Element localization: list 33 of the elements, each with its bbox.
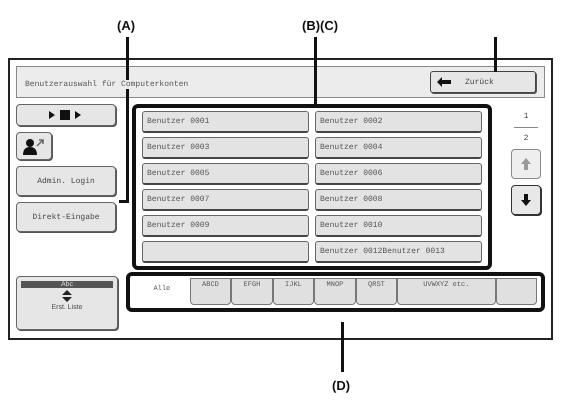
user-button[interactable]: Benutzer 0010	[315, 215, 482, 237]
user-button[interactable]: Benutzer 0007	[142, 189, 309, 211]
up-down-icon	[62, 290, 72, 302]
scroll-up-button[interactable]	[511, 149, 541, 179]
user-button[interactable]: Benutzer 0005	[142, 163, 309, 185]
page-number: 1	[524, 112, 528, 121]
scroll-down-button[interactable]	[511, 185, 541, 215]
user-button[interactable]: Benutzer 0002	[315, 111, 482, 133]
user-button[interactable]: Benutzer 0009	[142, 215, 309, 237]
back-button[interactable]: Zurück	[430, 71, 536, 93]
up-arrow-icon	[521, 158, 531, 170]
left-arrow-icon	[437, 77, 451, 87]
user-arrow-icon	[23, 137, 45, 155]
user-button[interactable]	[16, 132, 52, 160]
side-button[interactable]: Direkt-Eingabe	[16, 202, 116, 232]
user-button[interactable]: Benutzer 0004	[315, 137, 482, 159]
user-button[interactable]: Benutzer 0012Benutzer 0013	[315, 241, 482, 263]
page-button[interactable]	[16, 104, 116, 126]
empty-button[interactable]	[142, 241, 309, 263]
side-button[interactable]: Admin. Login	[16, 166, 116, 196]
down-arrow-icon	[521, 194, 531, 206]
tray-arrows-icon	[49, 109, 83, 121]
page-total: 2	[524, 134, 528, 143]
callout-label: (B)(C)	[302, 18, 338, 33]
user-button[interactable]: Benutzer 0001	[142, 111, 309, 133]
callout-label: (A)	[117, 18, 136, 33]
user-button[interactable]: Benutzer 0003	[142, 137, 309, 159]
index-tab[interactable]	[496, 278, 537, 305]
leader-line	[494, 37, 497, 72]
user-button[interactable]: Benutzer 0008	[315, 189, 482, 211]
user-button[interactable]: Benutzer 0006	[315, 163, 482, 185]
leader-line	[341, 322, 344, 372]
callout-label: (D)	[332, 378, 350, 393]
